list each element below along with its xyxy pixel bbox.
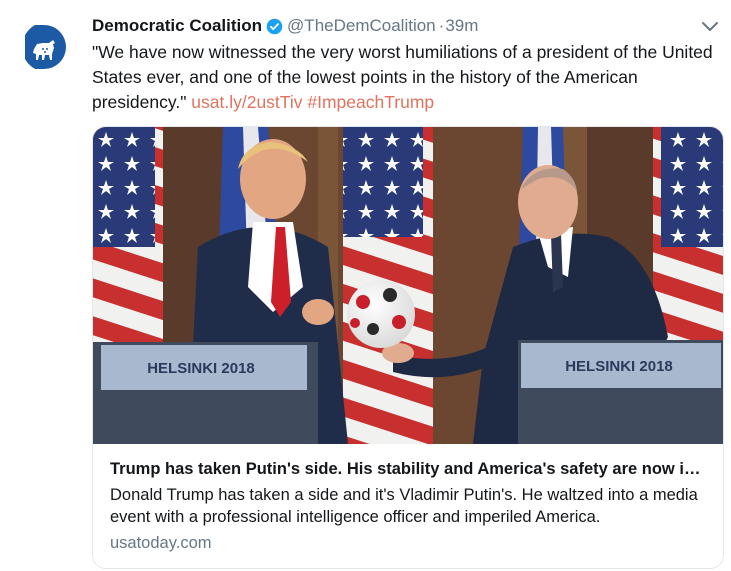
- tweet-link[interactable]: usat.ly/2ustTiv: [191, 92, 302, 112]
- hashtag-link[interactable]: #ImpeachTrump: [307, 92, 434, 112]
- podium-left-text: HELSINKI 2018: [147, 360, 255, 377]
- link-preview-card[interactable]: HELSINKI 2018 HELSINKI 2018 Trump has ta…: [92, 126, 724, 569]
- author-name[interactable]: Democratic Coalition: [92, 16, 262, 36]
- tweet-text: "We have now witnessed the very worst hu…: [92, 40, 720, 115]
- card-domain: usatoday.com: [110, 534, 212, 552]
- avatar[interactable]: [22, 22, 72, 72]
- podium-right-text: HELSINKI 2018: [565, 358, 673, 375]
- author-handle[interactable]: @TheDemCoalition: [287, 16, 436, 36]
- tweet-timestamp[interactable]: 39m: [445, 16, 478, 36]
- card-title[interactable]: Trump has taken Putin's side. His stabil…: [110, 458, 707, 480]
- tweet: Democratic Coalition @TheDemCoalition · …: [92, 12, 720, 115]
- chevron-down-icon[interactable]: [700, 18, 720, 36]
- verified-badge-icon: [266, 18, 283, 34]
- tweet-header: Democratic Coalition @TheDemCoalition · …: [92, 12, 720, 40]
- card-description: Donald Trump has taken a side and it's V…: [110, 486, 698, 526]
- card-image: HELSINKI 2018 HELSINKI 2018: [93, 127, 723, 444]
- separator-dot: ·: [438, 16, 445, 35]
- democratic-donkey-logo: [25, 25, 66, 69]
- card-text: Trump has taken Putin's side. His stabil…: [110, 458, 707, 553]
